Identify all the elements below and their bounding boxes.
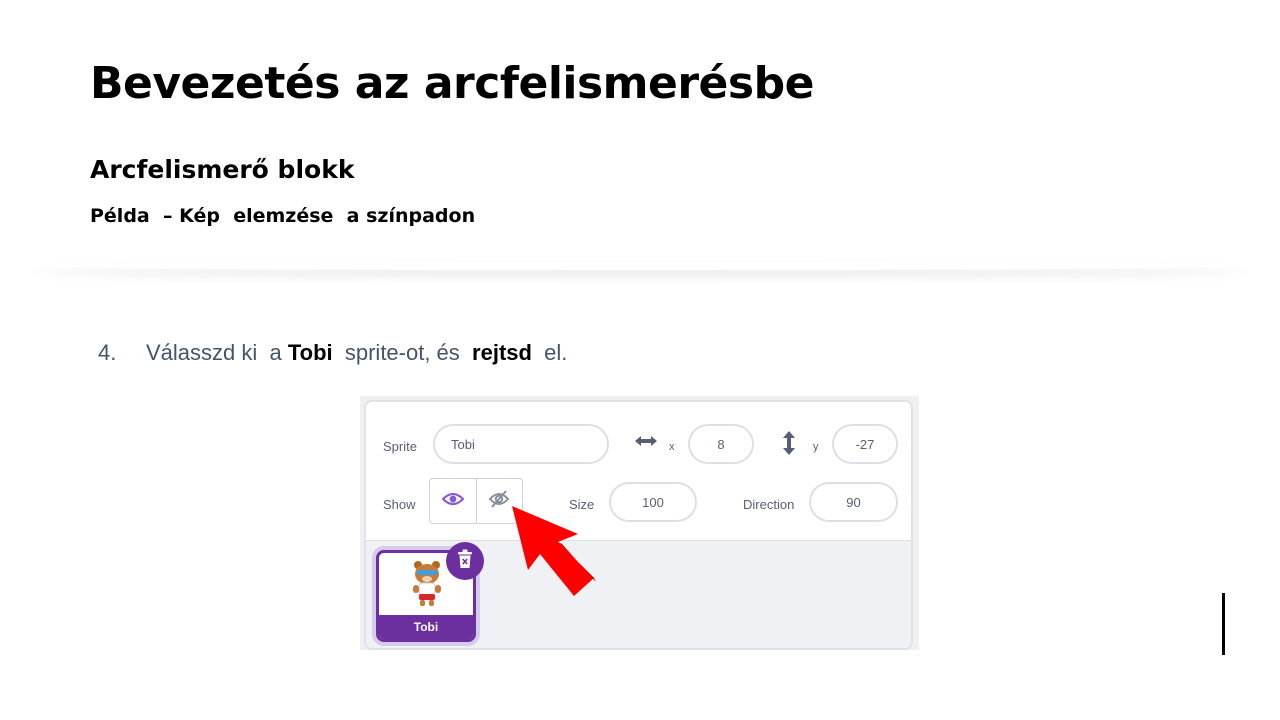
sprite-tile-label: Tobi [379, 615, 473, 639]
header-divider-shadow [30, 262, 1250, 270]
y-arrows-icon [782, 430, 796, 461]
tobi-sprite-thumbnail [409, 559, 445, 612]
show-visible-button[interactable] [430, 479, 476, 523]
eye-slash-icon [488, 489, 510, 514]
delete-sprite-button[interactable] [446, 542, 484, 580]
y-coordinate-input[interactable]: -27 [832, 424, 898, 464]
red-arrow-pointer [508, 504, 598, 605]
show-label: Show [383, 497, 416, 512]
step-bold-hide: rejtsd [472, 340, 532, 365]
x-arrows-icon [634, 433, 658, 454]
sprite-name-input[interactable]: Tobi [433, 424, 609, 464]
step-text-middle: sprite-ot, és [332, 340, 473, 365]
direction-label: Direction [743, 497, 795, 512]
size-input[interactable]: 100 [609, 482, 697, 522]
scratch-sprite-panel-screenshot: Sprite Tobi x 8 y -27 Show Size 100 Dire… [360, 396, 919, 650]
x-label: x [669, 441, 675, 453]
step-text-after: el. [531, 340, 568, 365]
eye-icon [441, 491, 465, 512]
step-text-before: Válasszd ki a [146, 340, 288, 365]
step-bold-sprite: Tobi [287, 340, 333, 365]
x-coordinate-input[interactable]: 8 [688, 424, 754, 464]
direction-input[interactable]: 90 [809, 482, 898, 522]
trash-icon [456, 549, 474, 574]
text-cursor [1222, 593, 1225, 655]
slide-subsubtitle: Példa – Kép elemzése a színpadon [90, 205, 476, 227]
slide-header: Bevezetés az arcfelismerésbe Arcfelismer… [0, 0, 1280, 268]
slide-title: Bevezetés az arcfelismerésbe [90, 58, 814, 109]
sprite-info-card: Sprite Tobi x 8 y -27 Show Size 100 Dire… [364, 400, 913, 650]
slide-subtitle: Arcfelismerő blokk [90, 155, 355, 184]
sprite-label: Sprite [383, 439, 417, 454]
step-number: 4. [98, 340, 117, 365]
y-label: y [813, 441, 819, 453]
instruction-step: 4. Válasszd ki a Tobi sprite-ot, és rejts… [98, 340, 567, 366]
